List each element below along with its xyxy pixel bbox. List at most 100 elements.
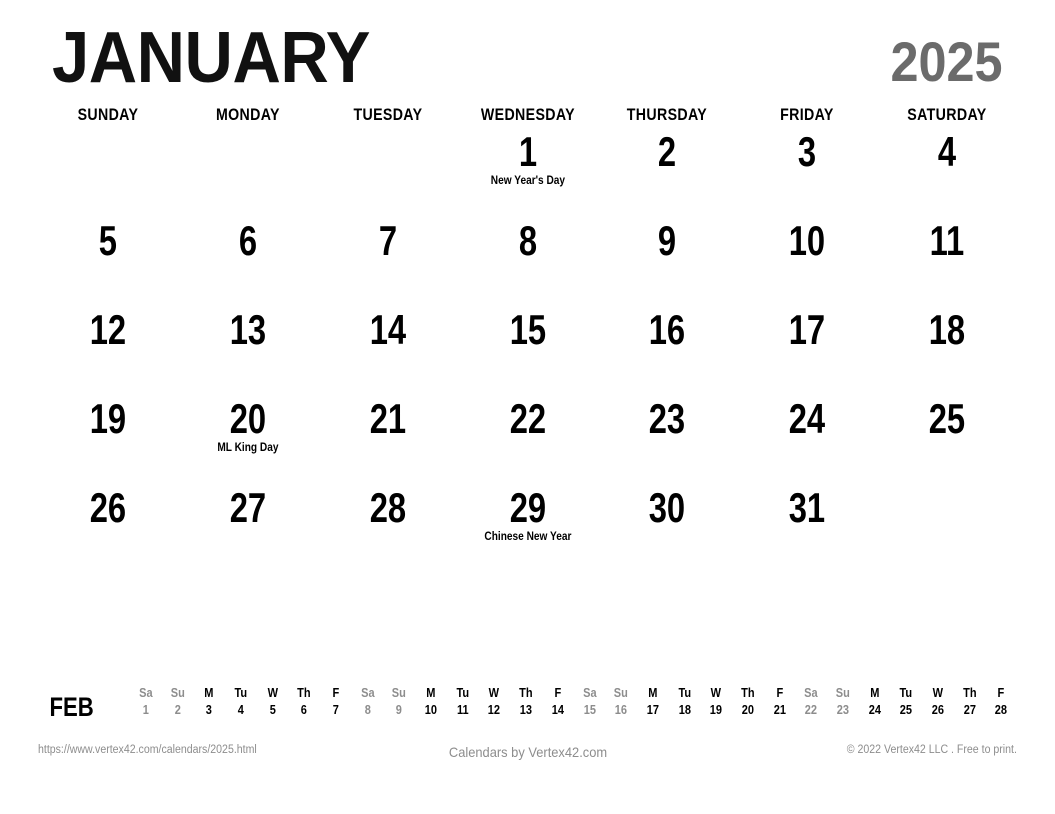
mini-day-cell[interactable]: M 10	[415, 686, 447, 718]
day-number: 21	[369, 395, 406, 442]
mini-day-cell[interactable]: Sa 15	[574, 686, 606, 718]
day-number: 8	[518, 217, 537, 264]
mini-day-cell[interactable]: Tu 4	[225, 686, 257, 718]
mini-day-weekday: W	[489, 686, 500, 700]
weekday-header-friday: FRIDAY	[780, 106, 834, 124]
mini-day-cell[interactable]: Th 13	[510, 686, 542, 718]
mini-day-number: 27	[963, 702, 976, 717]
day-cell[interactable]: 26	[38, 487, 178, 576]
mini-day-cell[interactable]: Sa 8	[352, 686, 384, 718]
day-number: 16	[649, 306, 686, 353]
mini-day-weekday: Tu	[456, 686, 469, 700]
day-cell[interactable]: 9	[597, 220, 737, 309]
day-cell[interactable]: 16	[597, 309, 737, 398]
mini-day-number: 13	[519, 702, 533, 717]
mini-day-weekday: Sa	[360, 686, 375, 700]
day-cell[interactable]: 14	[318, 309, 458, 398]
day-cell[interactable]: 25	[877, 398, 1017, 487]
mini-day-number: 16	[614, 702, 628, 717]
mini-day-weekday: Th	[519, 686, 533, 700]
mini-day-cell[interactable]: W5	[257, 686, 289, 718]
mini-day-cell[interactable]: Tu 18	[669, 686, 701, 718]
mini-day-cell[interactable]: M 17	[637, 686, 669, 718]
day-cell[interactable]: 12	[38, 309, 178, 398]
day-cell[interactable]: 27	[178, 487, 318, 576]
footer-attribution[interactable]: Calendars by Vertex42.com	[448, 744, 606, 760]
day-cell[interactable]: 22	[458, 398, 598, 487]
mini-day-cell[interactable]: M 24	[859, 686, 891, 718]
mini-day-cell[interactable]: F7	[320, 686, 352, 718]
day-cell[interactable]: 13	[178, 309, 318, 398]
day-cell[interactable]: 28	[318, 487, 458, 576]
mini-day-cell[interactable]: Sa 22	[795, 686, 827, 718]
mini-day-cell[interactable]: W 19	[700, 686, 732, 718]
mini-day-cell[interactable]: Th 27	[954, 686, 986, 718]
day-cell[interactable]: 23	[597, 398, 737, 487]
day-number: 13	[229, 306, 266, 353]
day-event-label: New Year's Day	[490, 175, 565, 187]
mini-day-cell[interactable]: M3	[193, 686, 225, 718]
day-cell[interactable]: 8	[458, 220, 598, 309]
day-cell[interactable]: 31	[737, 487, 877, 576]
day-number: 7	[378, 217, 397, 264]
weekday-header-sunday: SUNDAY	[77, 106, 139, 124]
mini-day-weekday: Th	[740, 686, 755, 700]
mini-day-weekday: M	[869, 686, 880, 700]
day-cell[interactable]: 21	[318, 398, 458, 487]
day-cell[interactable]: 30	[597, 487, 737, 576]
day-cell[interactable]: 15	[458, 309, 598, 398]
day-cell[interactable]: 3	[737, 131, 877, 220]
mini-day-weekday: Su	[392, 686, 407, 700]
day-cell[interactable]: 11	[877, 220, 1017, 309]
mini-day-number: 6	[301, 702, 308, 717]
mini-day-cell[interactable]: Su 2	[162, 686, 194, 718]
day-event-label: ML King Day	[217, 442, 279, 454]
day-cell[interactable]: 10	[737, 220, 877, 309]
mini-day-cell[interactable]: Su 9	[383, 686, 415, 718]
day-number: 30	[649, 484, 686, 531]
mini-day-weekday: Tu	[234, 686, 248, 700]
mini-day-cell[interactable]: F 21	[764, 686, 796, 718]
mini-day-weekday: Tu	[678, 686, 691, 700]
mini-day-cell[interactable]: Sa 1	[130, 686, 162, 718]
day-cell[interactable]: 5	[38, 220, 178, 309]
day-cell[interactable]: 29 Chinese New Year	[458, 487, 598, 576]
day-number: 11	[929, 217, 965, 264]
day-cell[interactable]: 1 New Year's Day	[458, 131, 598, 220]
mini-day-cell[interactable]: W 26	[922, 686, 954, 718]
day-cell[interactable]: 20 ML King Day	[178, 398, 318, 487]
weekday-header-tuesday: TUESDAY	[353, 106, 423, 124]
day-cell[interactable]: 19	[38, 398, 178, 487]
day-cell[interactable]: 24	[737, 398, 877, 487]
page-footer: https://www.vertex42.com/calendars/2025.…	[38, 744, 1017, 760]
mini-day-cell[interactable]: Tu 25	[890, 686, 922, 718]
mini-day-cell[interactable]: Th 6	[288, 686, 320, 718]
day-number: 6	[238, 217, 257, 264]
mini-day-cell[interactable]: F 14	[542, 686, 574, 718]
day-cell[interactable]: 17	[737, 309, 877, 398]
mini-day-number: 20	[741, 702, 754, 717]
mini-day-cell[interactable]: Su 16	[605, 686, 637, 718]
day-cell[interactable]: 4	[877, 131, 1017, 220]
mini-day-number: 19	[709, 702, 723, 717]
mini-day-number: 12	[488, 702, 501, 717]
mini-day-number: 7	[332, 702, 339, 717]
day-cell[interactable]: 18	[877, 309, 1017, 398]
day-number: 26	[89, 484, 127, 531]
mini-month-label: FEB	[49, 692, 94, 722]
day-number: 23	[649, 395, 686, 442]
day-cell-empty	[38, 131, 178, 220]
day-cell[interactable]: 7	[318, 220, 458, 309]
mini-day-cell[interactable]: Su 23	[827, 686, 859, 718]
day-cell[interactable]: 2	[597, 131, 737, 220]
mini-day-weekday: W	[932, 686, 943, 700]
mini-day-cell[interactable]: Tu 11	[447, 686, 479, 718]
mini-day-number: 28	[995, 702, 1008, 717]
mini-day-cell[interactable]: F 28	[985, 686, 1017, 718]
footer-url[interactable]: https://www.vertex42.com/calendars/2025.…	[38, 744, 257, 756]
day-cell[interactable]: 6	[178, 220, 318, 309]
mini-day-weekday: M	[648, 686, 658, 700]
day-cell-empty	[178, 131, 318, 220]
mini-day-cell[interactable]: W 12	[478, 686, 510, 718]
mini-day-cell[interactable]: Th 20	[732, 686, 764, 718]
